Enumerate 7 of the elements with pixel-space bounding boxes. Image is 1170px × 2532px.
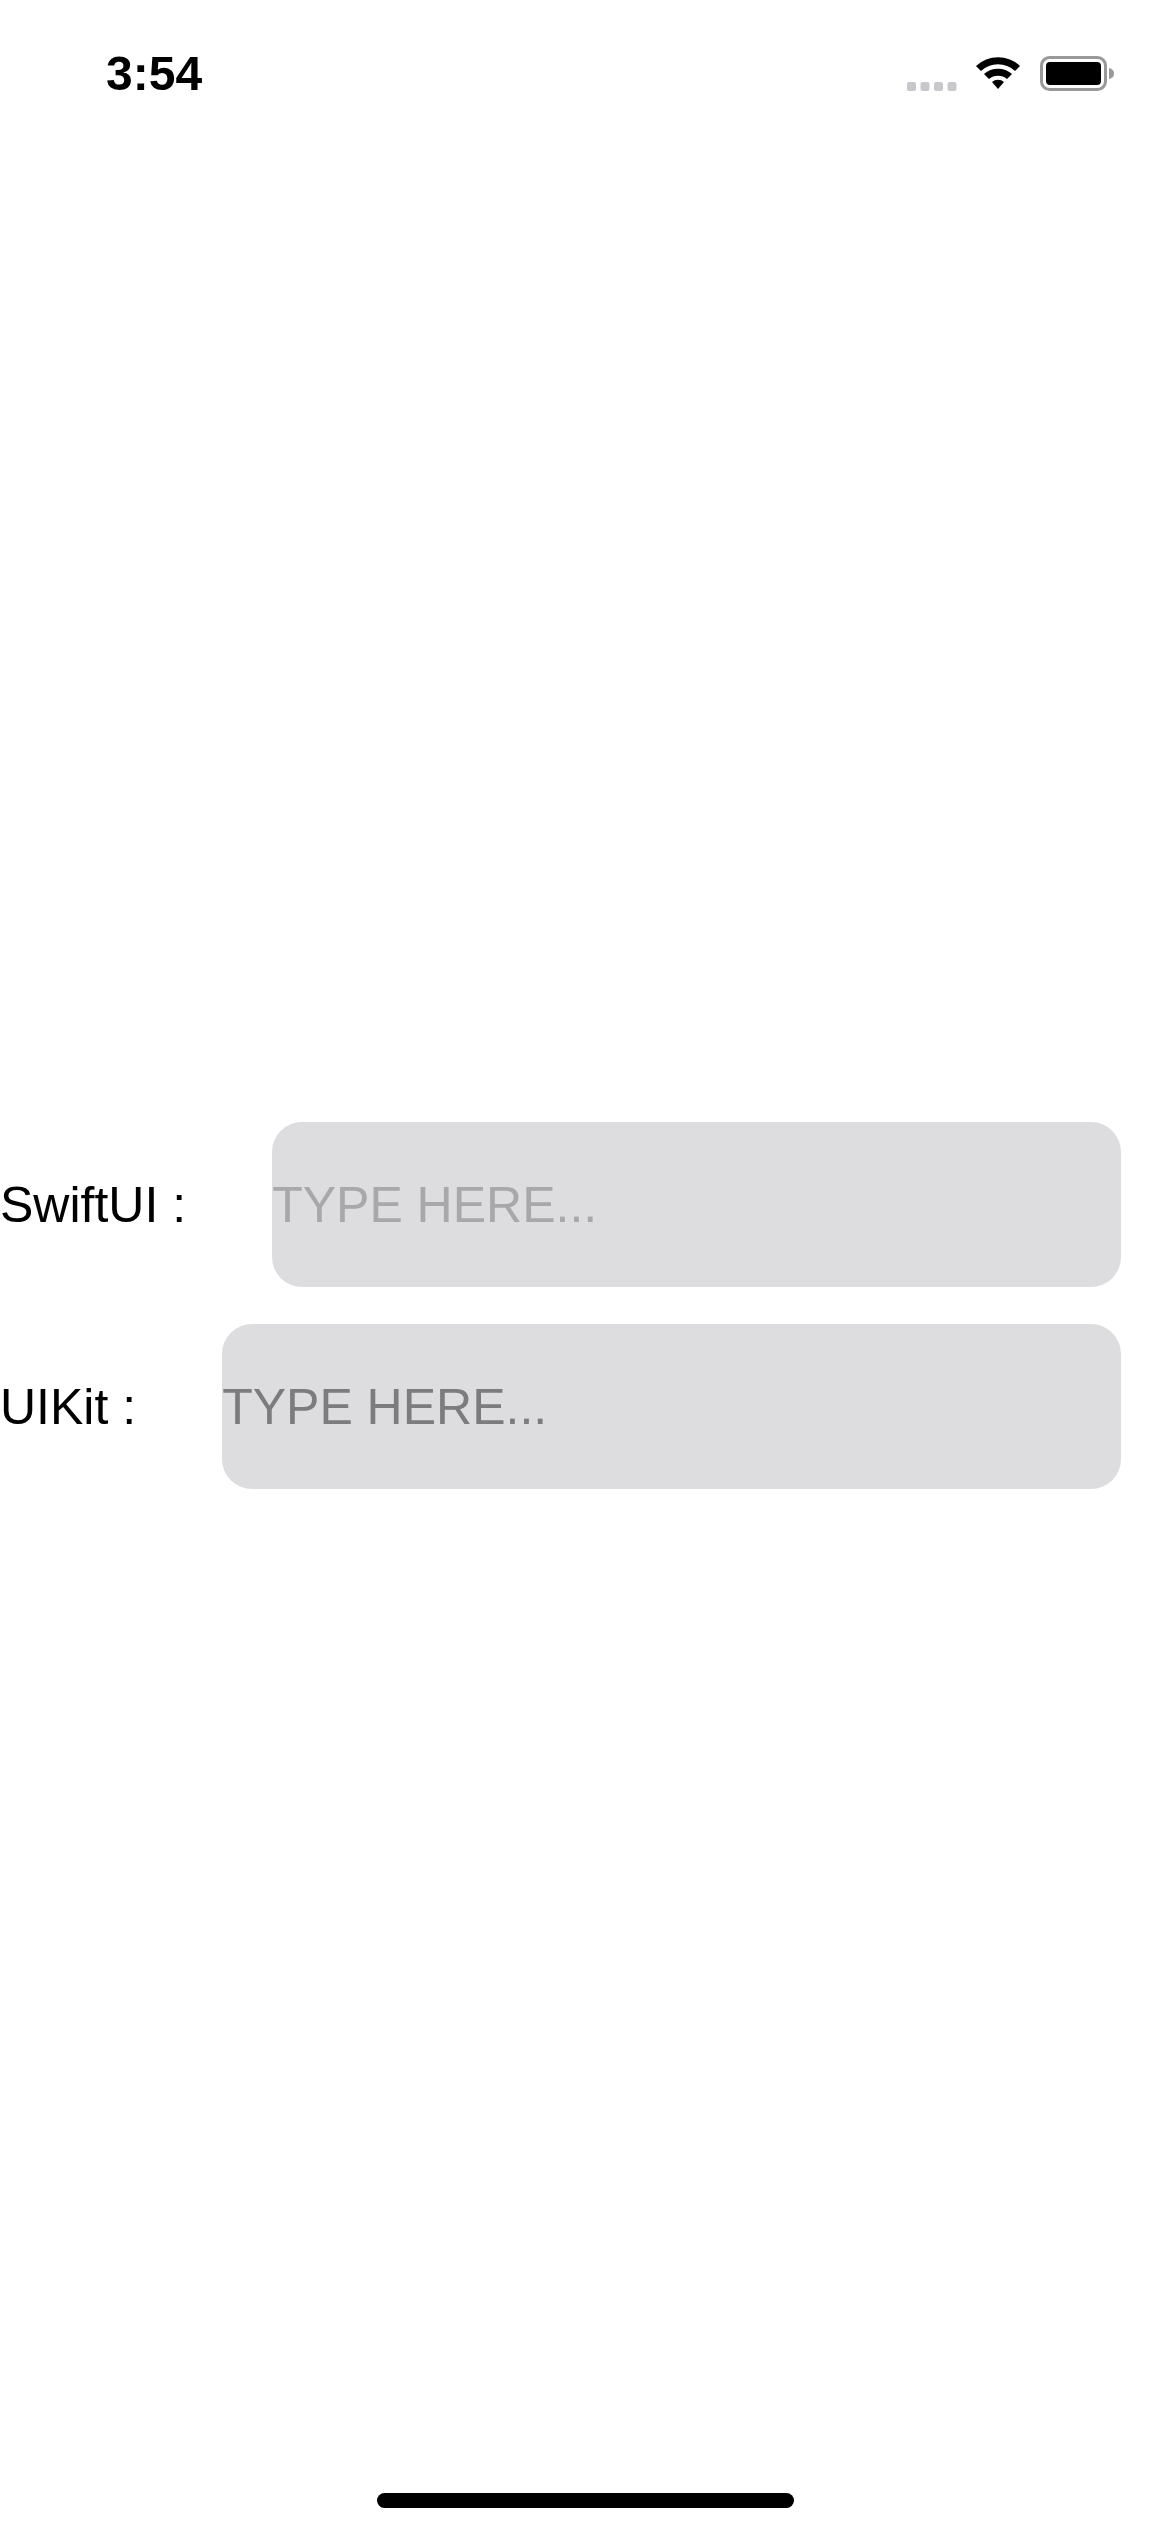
wifi-icon	[974, 55, 1022, 91]
signal-icon	[907, 82, 957, 91]
text-field[interactable]: TYPE HERE...	[222, 1324, 1121, 1489]
battery-icon	[1040, 56, 1114, 91]
field-label: UIKit :	[0, 1377, 137, 1436]
status-time: 3:54	[106, 47, 203, 101]
field-label: SwiftUI :	[0, 1175, 187, 1234]
